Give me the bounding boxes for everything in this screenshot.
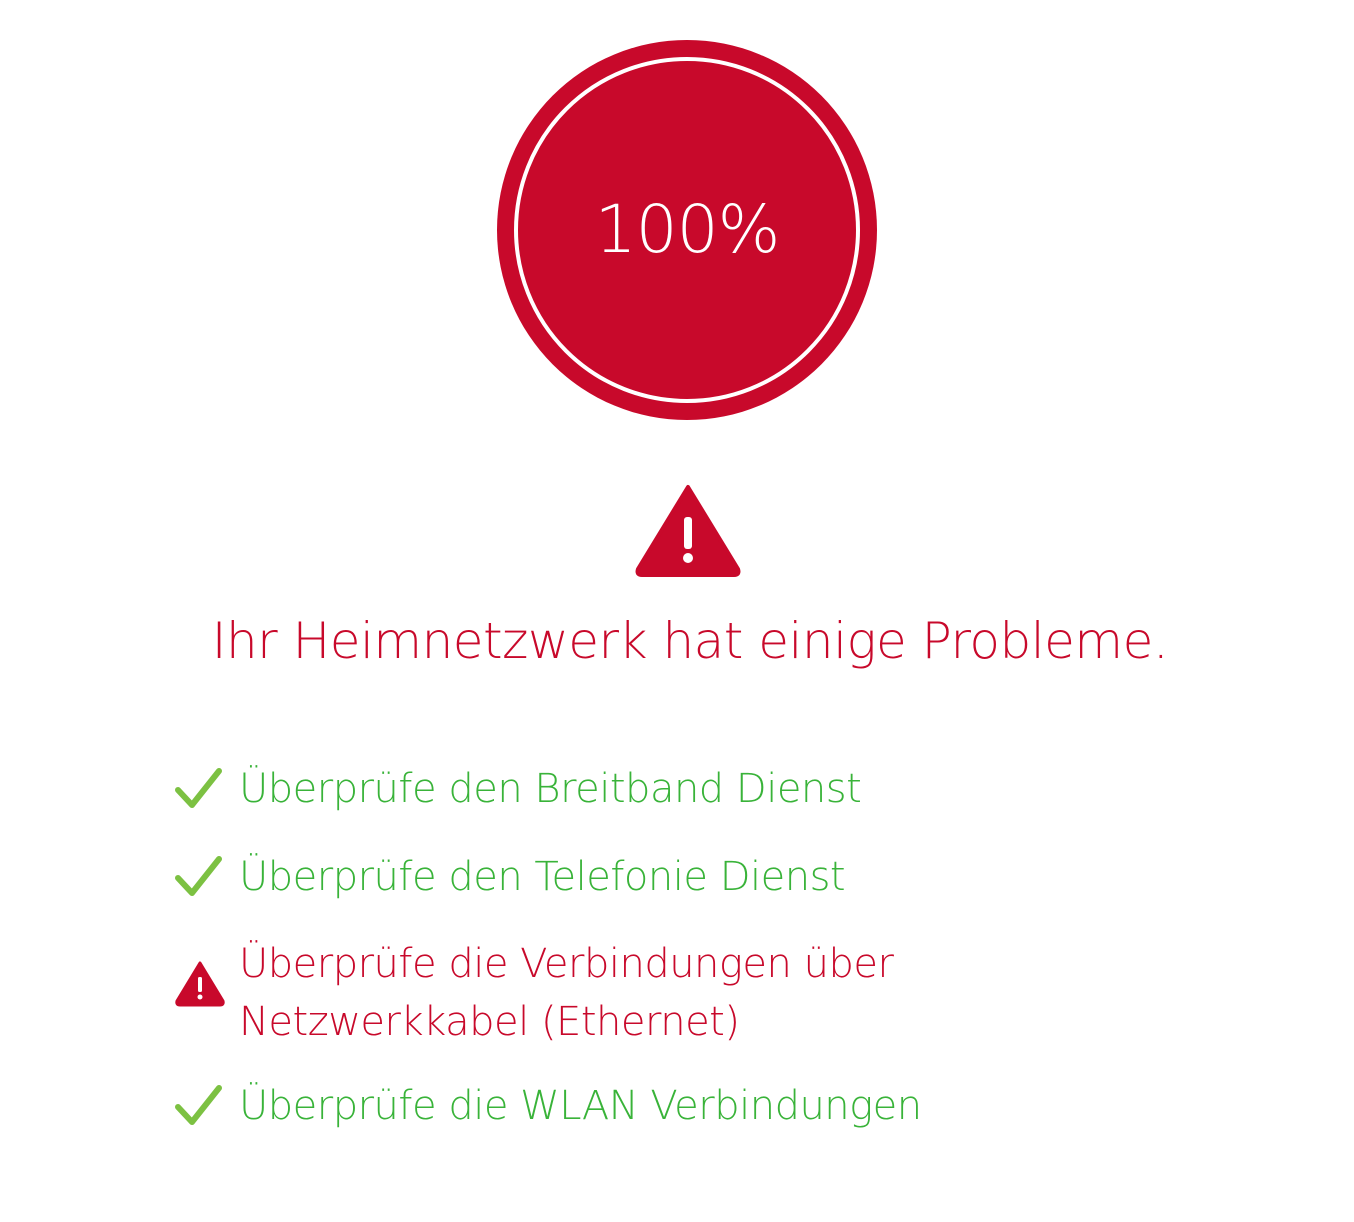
warning-triangle-icon: [175, 961, 225, 1007]
check-item-label: Überprüfe die WLAN Verbindungen: [239, 1083, 922, 1129]
warning-triangle-icon: [635, 485, 741, 577]
checkmark-icon: [175, 768, 222, 808]
check-item-label: Überprüfe den Breitband Dienst: [239, 766, 862, 812]
status-headline: Ihr Heimnetzwerk hat einige Probleme.: [211, 612, 1169, 670]
progress-circle: 100%: [497, 40, 877, 420]
checkmark-icon: [175, 856, 222, 896]
progress-value: 100%: [594, 191, 781, 268]
check-item-label: Überprüfe die Verbindungen über Netzwerk…: [239, 941, 894, 1045]
check-item-label: Überprüfe den Telefonie Dienst: [239, 854, 846, 900]
checkmark-icon: [175, 1085, 222, 1125]
